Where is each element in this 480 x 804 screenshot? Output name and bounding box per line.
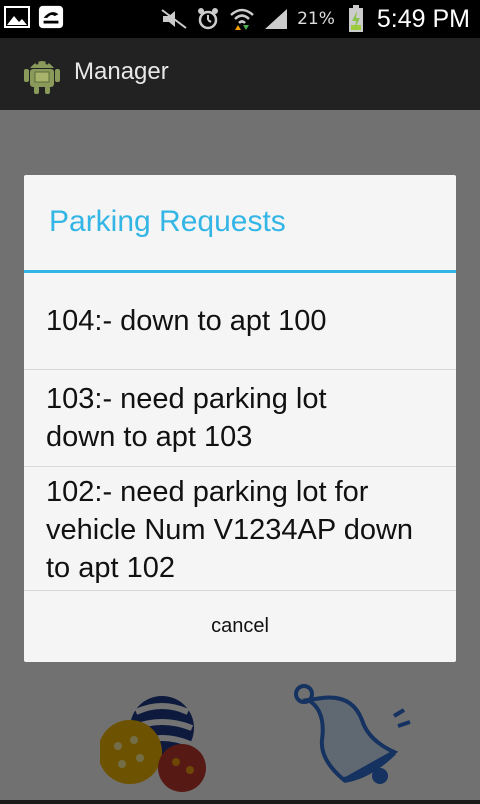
alarm-icon: [195, 6, 221, 32]
battery-percentage: 21%: [297, 9, 335, 29]
wifi-icon: [229, 6, 255, 32]
gallery-icon: [4, 4, 30, 30]
app-title: Manager: [74, 58, 169, 85]
cancel-button[interactable]: cancel: [24, 591, 456, 662]
request-text: 102:- need parking lot for vehicle Num V…: [46, 476, 414, 584]
parking-requests-dialog: Parking Requests 104:- down to apt 100 1…: [24, 175, 456, 662]
dialog-title: Parking Requests: [49, 205, 286, 238]
action-bar: Manager: [0, 38, 480, 110]
status-bar: 21% 5:49 PM: [0, 0, 480, 38]
android-icon[interactable]: [22, 52, 62, 96]
signal-icon: [263, 6, 289, 32]
requests-list: 104:- down to apt 100 103:- need parking…: [24, 273, 456, 591]
notification-icon: [38, 4, 64, 30]
list-item[interactable]: 104:- down to apt 100: [24, 273, 456, 370]
clock: 5:49 PM: [376, 4, 470, 33]
list-item[interactable]: 103:- need parking lot down to apt 103: [24, 370, 456, 467]
request-text: 103:- need parking lot down to apt 103: [46, 383, 327, 453]
battery-icon: [343, 5, 369, 32]
request-text: 104:- down to apt 100: [46, 305, 327, 337]
mute-icon: [161, 6, 187, 32]
list-item[interactable]: 102:- need parking lot for vehicle Num V…: [24, 467, 456, 591]
